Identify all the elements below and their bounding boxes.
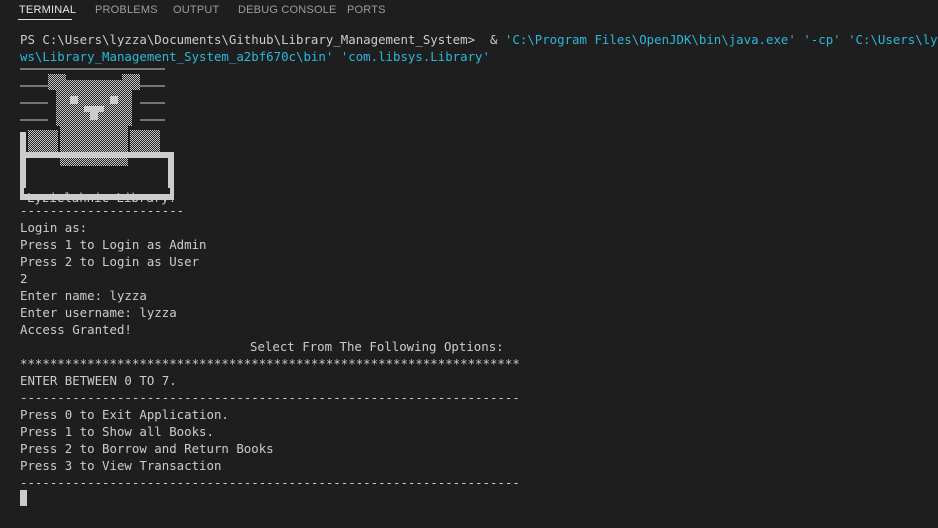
tab-terminal[interactable]: TERMINAL xyxy=(19,4,76,16)
login-admin-option: Press 1 to Login as Admin xyxy=(20,237,207,252)
active-tab-indicator xyxy=(18,19,72,20)
separator-long-bottom: ----------------------------------------… xyxy=(20,475,520,490)
login-user-option: Press 2 to Login as User xyxy=(20,254,200,269)
menu-option-1: Press 1 to Show all Books. xyxy=(20,424,214,439)
tab-ports[interactable]: PORTS xyxy=(347,4,386,16)
ascii-art-banner xyxy=(20,68,174,200)
enter-between-line: ENTER BETWEEN 0 TO 7. xyxy=(20,373,177,388)
menu-option-2: Press 2 to Borrow and Return Books xyxy=(20,441,274,456)
command-ampersand: & xyxy=(489,32,498,47)
select-options-heading: Select From The Following Options: xyxy=(250,339,504,354)
ps-prompt: PS C:\Users\lyzza\Documents\Github\Libra… xyxy=(20,32,476,47)
enter-username-line: Enter username: lyzza xyxy=(20,305,177,320)
command-args: 'C:\Program Files\OpenJDK\bin\java.exe' … xyxy=(504,32,938,47)
tab-problems[interactable]: PROBLEMS xyxy=(95,4,158,16)
command-line: PS C:\Users\lyzza\Documents\Github\Libra… xyxy=(20,31,938,48)
separator-short: ---------------------- xyxy=(20,203,185,218)
panel-tab-bar: TERMINAL PROBLEMS OUTPUT DEBUG CONSOLE P… xyxy=(0,0,938,22)
tab-output[interactable]: OUTPUT xyxy=(173,4,219,16)
command-args-continued: ws\Library_Management_System_a2bf670c\bi… xyxy=(20,49,490,64)
terminal-output[interactable]: PS C:\Users\lyzza\Documents\Github\Libra… xyxy=(0,22,938,528)
separator-long-top: ----------------------------------------… xyxy=(20,390,520,405)
menu-option-0: Press 0 to Exit Application. xyxy=(20,407,229,422)
terminal-cursor xyxy=(20,490,27,506)
access-granted-line: Access Granted! xyxy=(20,322,132,337)
user-input-choice: 2 xyxy=(20,271,28,286)
stars-divider: ****************************************… xyxy=(20,356,520,371)
enter-name-line: Enter name: lyzza xyxy=(20,288,147,303)
login-as-text: Login as: xyxy=(20,220,88,235)
tab-debug-console[interactable]: DEBUG CONSOLE xyxy=(238,4,337,16)
menu-option-3: Press 3 to View Transaction xyxy=(20,458,222,473)
